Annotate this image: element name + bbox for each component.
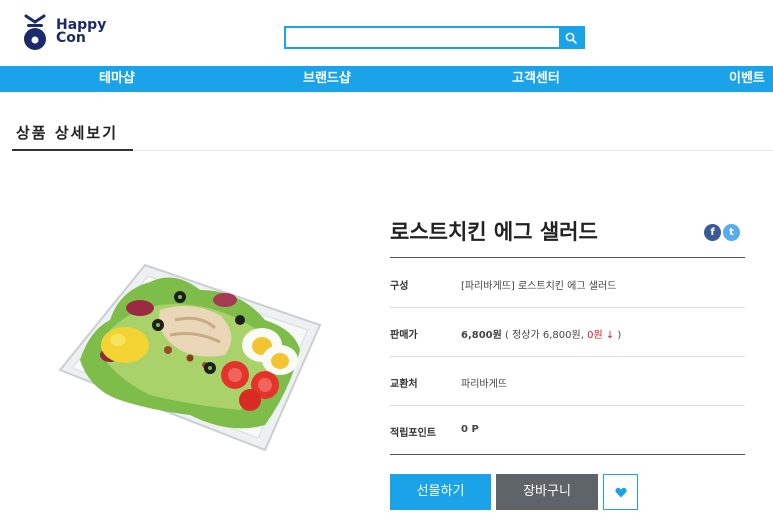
sale-price: 6,800원 <box>461 330 502 341</box>
info-label: 교환처 <box>390 379 418 390</box>
price-value: 6,800원 ( 정상가 6,800원, 0원 ↓ ) <box>461 326 621 341</box>
facebook-icon[interactable]: f <box>704 224 721 241</box>
heart-icon <box>614 487 627 497</box>
search-input[interactable] <box>286 28 559 47</box>
logo-text-line2: Con <box>56 30 86 46</box>
main-nav: 테마샵 브랜드샵 고객센터 이벤트 <box>0 66 773 92</box>
twitter-icon[interactable]: t <box>723 224 740 241</box>
logo-text: Happy Con <box>56 18 106 46</box>
info-label: 적립포인트 <box>390 428 436 439</box>
nav-item-theme-shop[interactable]: 테마샵 <box>99 66 135 92</box>
nav-item-event[interactable]: 이벤트 <box>729 66 765 92</box>
nav-item-customer-center[interactable]: 고객센터 <box>512 66 560 92</box>
search-icon <box>565 32 577 44</box>
nav-item-brand-shop[interactable]: 브랜드샵 <box>303 66 351 92</box>
price-close: ) <box>614 330 622 341</box>
happycon-logo-icon <box>24 14 46 50</box>
add-to-cart-button[interactable]: 장바구니 <box>496 474 598 510</box>
search-button[interactable] <box>559 28 583 47</box>
info-value: [파리바게뜨] 로스트치킨 에그 샐러드 <box>461 281 617 292</box>
logo[interactable]: Happy Con <box>22 12 106 52</box>
info-row-price: 판매가 6,800원 ( 정상가 6,800원, 0원 ↓ ) <box>390 307 745 357</box>
page-title-underline <box>12 149 133 151</box>
discount-amount: 0원 ↓ <box>587 330 615 341</box>
wishlist-button[interactable] <box>603 474 638 510</box>
info-value: 0 P <box>461 424 479 435</box>
info-row-points: 적립포인트 0 P <box>390 405 745 455</box>
product-name: 로스트치킨 에그 샐러드 <box>390 220 598 244</box>
search-box <box>284 26 585 49</box>
info-label: 구성 <box>390 281 409 292</box>
gift-button[interactable]: 선물하기 <box>390 474 491 510</box>
share-buttons: f t <box>704 224 740 241</box>
product-image <box>58 263 322 452</box>
divider <box>390 454 745 455</box>
info-row-composition: 구성 [파리바게뜨] 로스트치킨 에그 샐러드 <box>390 258 745 308</box>
page-title: 상품 상세보기 <box>16 124 119 142</box>
info-value: 파리바게뜨 <box>461 379 507 390</box>
regular-price: ( 정상가 6,800원, <box>501 330 588 341</box>
header: Happy Con <box>0 0 773 66</box>
info-label: 판매가 <box>390 330 418 341</box>
info-row-exchange: 교환처 파리바게뜨 <box>390 356 745 406</box>
divider <box>133 150 773 151</box>
